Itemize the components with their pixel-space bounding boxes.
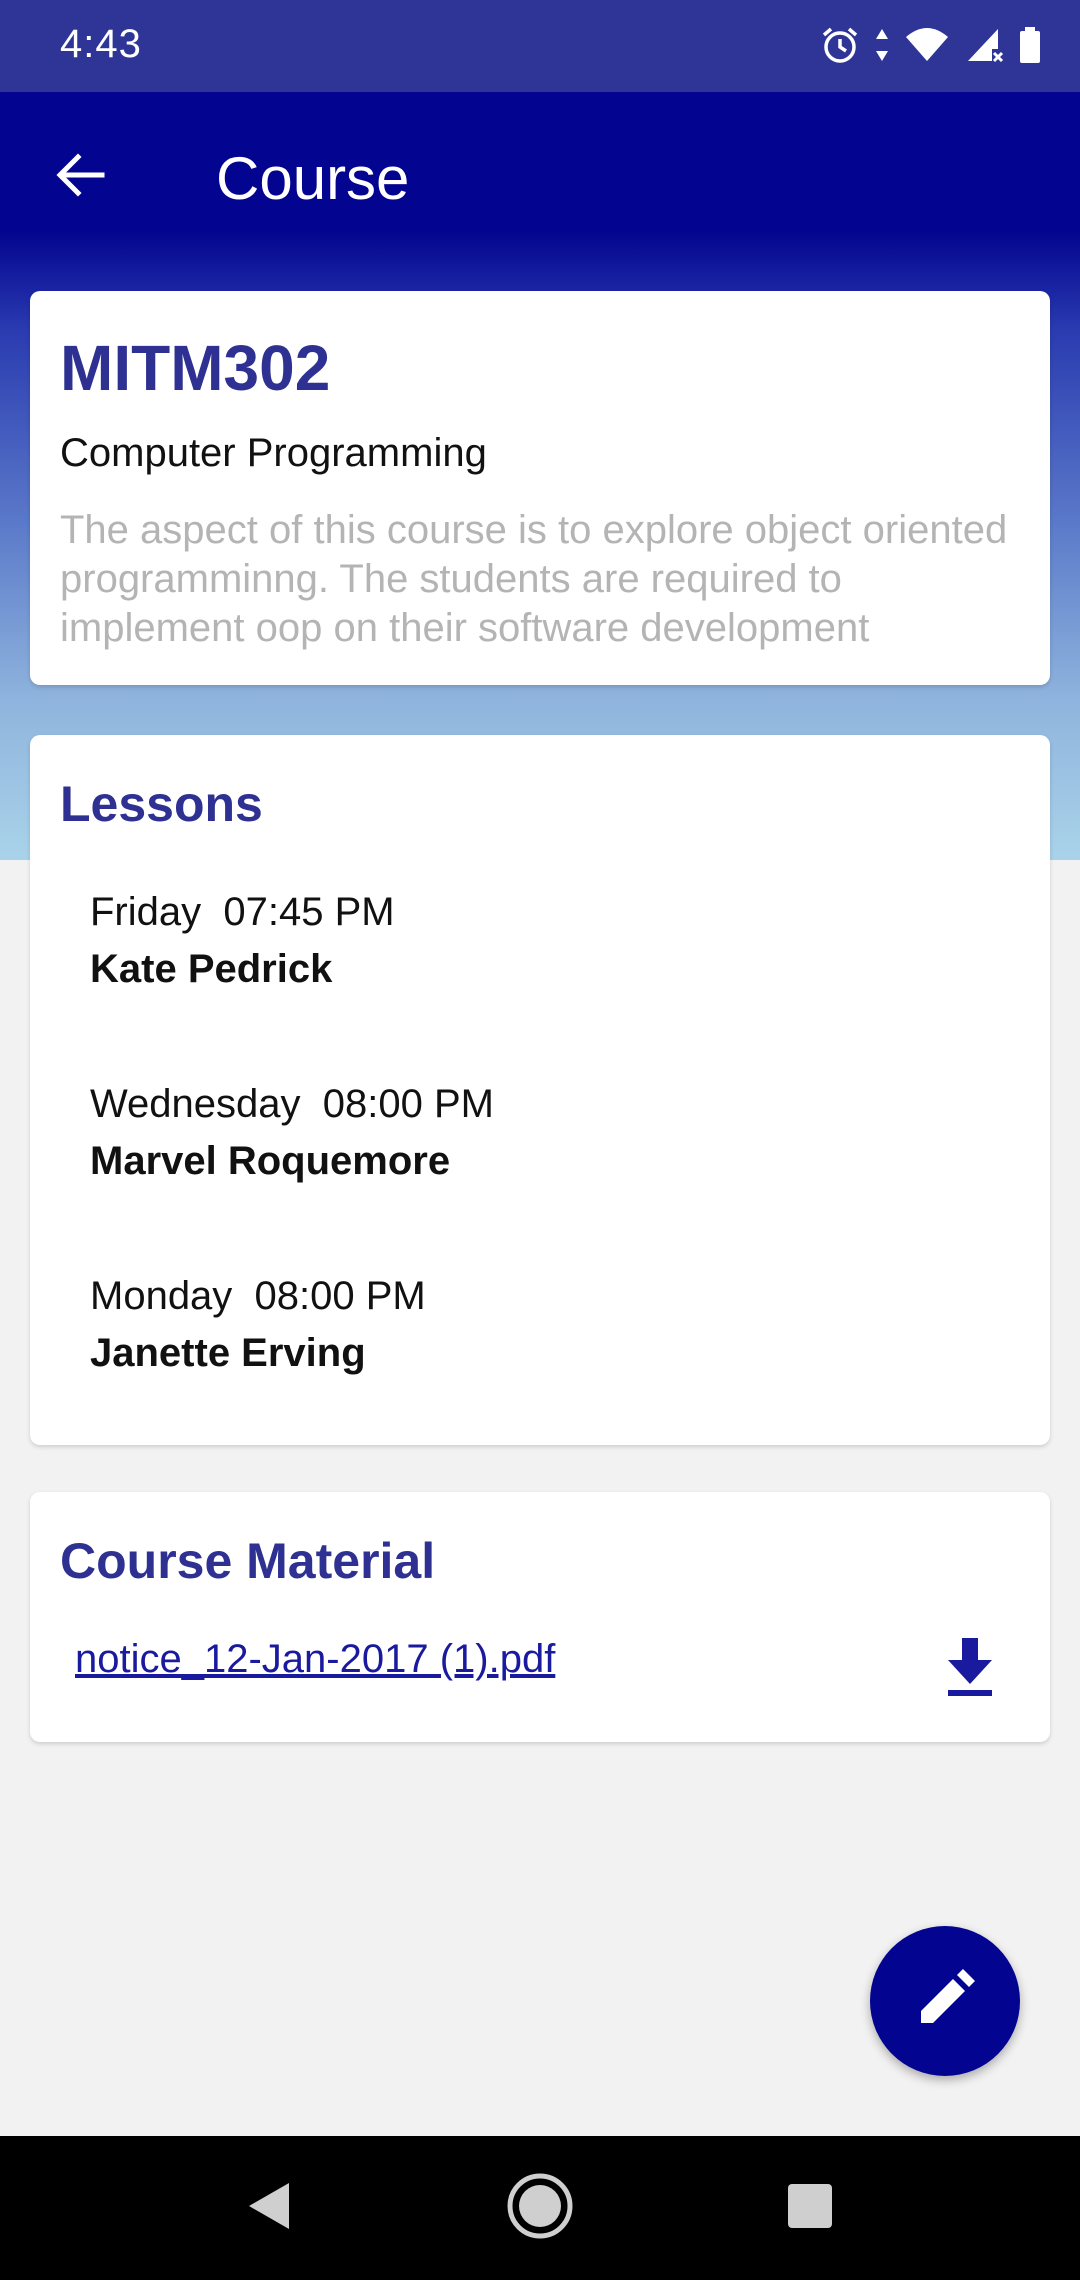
wifi-icon (904, 25, 950, 70)
course-code: MITM302 (60, 332, 331, 404)
download-button[interactable] (940, 1632, 1000, 1702)
lesson-teacher: Janette Erving (90, 1331, 366, 1375)
lesson-schedule: Monday 08:00 PM (90, 1274, 426, 1318)
course-name: Computer Programming (60, 431, 487, 475)
back-triangle-icon (243, 2179, 293, 2238)
data-arrows-icon (874, 25, 890, 70)
nav-home-button[interactable] (490, 2158, 590, 2258)
app-bar: Course (0, 92, 1080, 262)
course-material-card: Course Material notice_12-Jan-2017 (1).p… (30, 1492, 1050, 1742)
lesson-schedule: Friday 07:45 PM (90, 890, 395, 934)
lesson-item[interactable]: Friday 07:45 PM Kate Pedrick (90, 890, 990, 992)
back-button[interactable] (40, 137, 120, 217)
system-navigation-bar (0, 2136, 1080, 2280)
download-icon (940, 1638, 1000, 1706)
course-description: The aspect of this course is to explore … (60, 508, 1008, 650)
lessons-card: Lessons Friday 07:45 PM Kate Pedrick Wed… (30, 735, 1050, 1445)
course-info-card: MITM302 Computer Programming The aspect … (30, 291, 1050, 685)
lesson-schedule: Wednesday 08:00 PM (90, 1082, 494, 1126)
lesson-item[interactable]: Monday 08:00 PM Janette Erving (90, 1274, 990, 1376)
lessons-title: Lessons (60, 776, 263, 832)
nav-back-button[interactable] (218, 2158, 318, 2258)
battery-icon (1018, 25, 1042, 70)
course-material-title: Course Material (60, 1533, 436, 1589)
signal-icon (964, 25, 1004, 70)
edit-fab-button[interactable] (870, 1926, 1020, 2076)
lesson-teacher: Kate Pedrick (90, 947, 333, 991)
status-time: 4:43 (60, 22, 142, 66)
alarm-icon (820, 25, 860, 70)
page-title: Course (216, 145, 410, 212)
material-file-link[interactable]: notice_12-Jan-2017 (1).pdf (75, 1637, 555, 1682)
status-icons (820, 22, 1042, 72)
status-bar: 4:43 (0, 0, 1080, 92)
nav-recents-button[interactable] (760, 2158, 860, 2258)
edit-pencil-icon (913, 1967, 977, 2036)
lesson-teacher: Marvel Roquemore (90, 1139, 451, 1183)
lesson-item[interactable]: Wednesday 08:00 PM Marvel Roquemore (90, 1082, 990, 1184)
home-circle-icon (505, 2171, 575, 2246)
arrow-back-icon (52, 147, 108, 208)
recents-square-icon (785, 2181, 835, 2236)
screen: 4:43 Course MITM302 Computer Programming… (0, 0, 1080, 2280)
